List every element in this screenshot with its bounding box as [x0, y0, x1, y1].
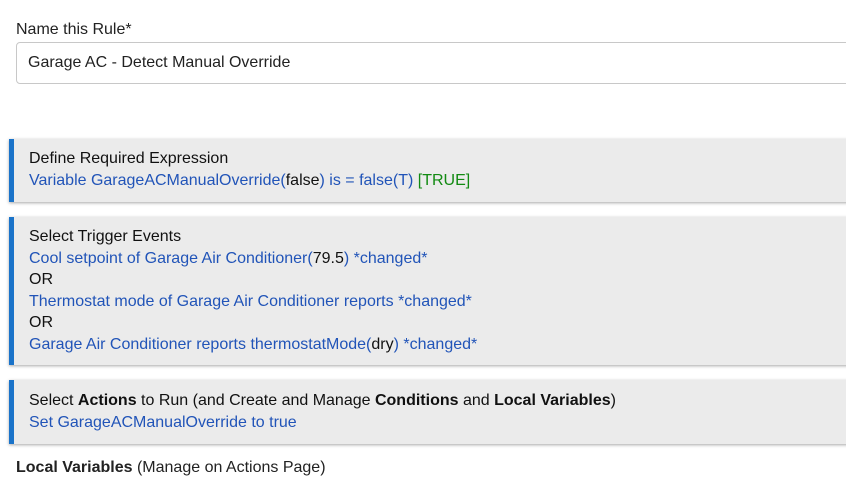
actions-section[interactable]: Select Actions to Run (and Create and Ma… [9, 380, 846, 444]
local-variables-heading: Local Variables (Manage on Actions Page) [16, 459, 326, 477]
or-separator: OR [29, 271, 53, 288]
trigger-item: Thermostat mode of Garage Air Conditione… [29, 292, 472, 310]
trigger-events-title: Select Trigger Events [29, 228, 182, 245]
rule-name-label: Name this Rule* [16, 21, 132, 38]
or-separator: OR [29, 314, 53, 331]
required-expression-title: Define Required Expression [29, 150, 229, 167]
actions-title: Select Actions to Run (and Create and Ma… [29, 392, 616, 409]
required-expression-summary: Variable GarageACManualOverride(false) i… [29, 170, 846, 192]
rule-name-input[interactable] [16, 42, 846, 84]
trigger-item: Garage Air Conditioner reports thermosta… [29, 335, 478, 353]
trigger-item: Cool setpoint of Garage Air Conditioner(… [29, 249, 428, 267]
local-variables-label: Local Variables [16, 459, 133, 476]
expression-variable: Variable GarageACManualOverride( [29, 171, 286, 189]
trigger-value: dry [371, 335, 394, 353]
expression-variable-value: false [285, 171, 320, 189]
trigger-events-section[interactable]: Select Trigger Events Cool setpoint of G… [9, 217, 846, 365]
action-item: Set GarageACManualOverride to true [29, 413, 297, 431]
expression-comparison: ) is = false(T) [319, 171, 414, 189]
trigger-value: 79.5 [312, 249, 344, 267]
required-expression-section[interactable]: Define Required Expression Variable Gara… [9, 139, 846, 202]
local-variables-note: (Manage on Actions Page) [136, 459, 326, 476]
expression-result: [TRUE] [417, 171, 471, 189]
